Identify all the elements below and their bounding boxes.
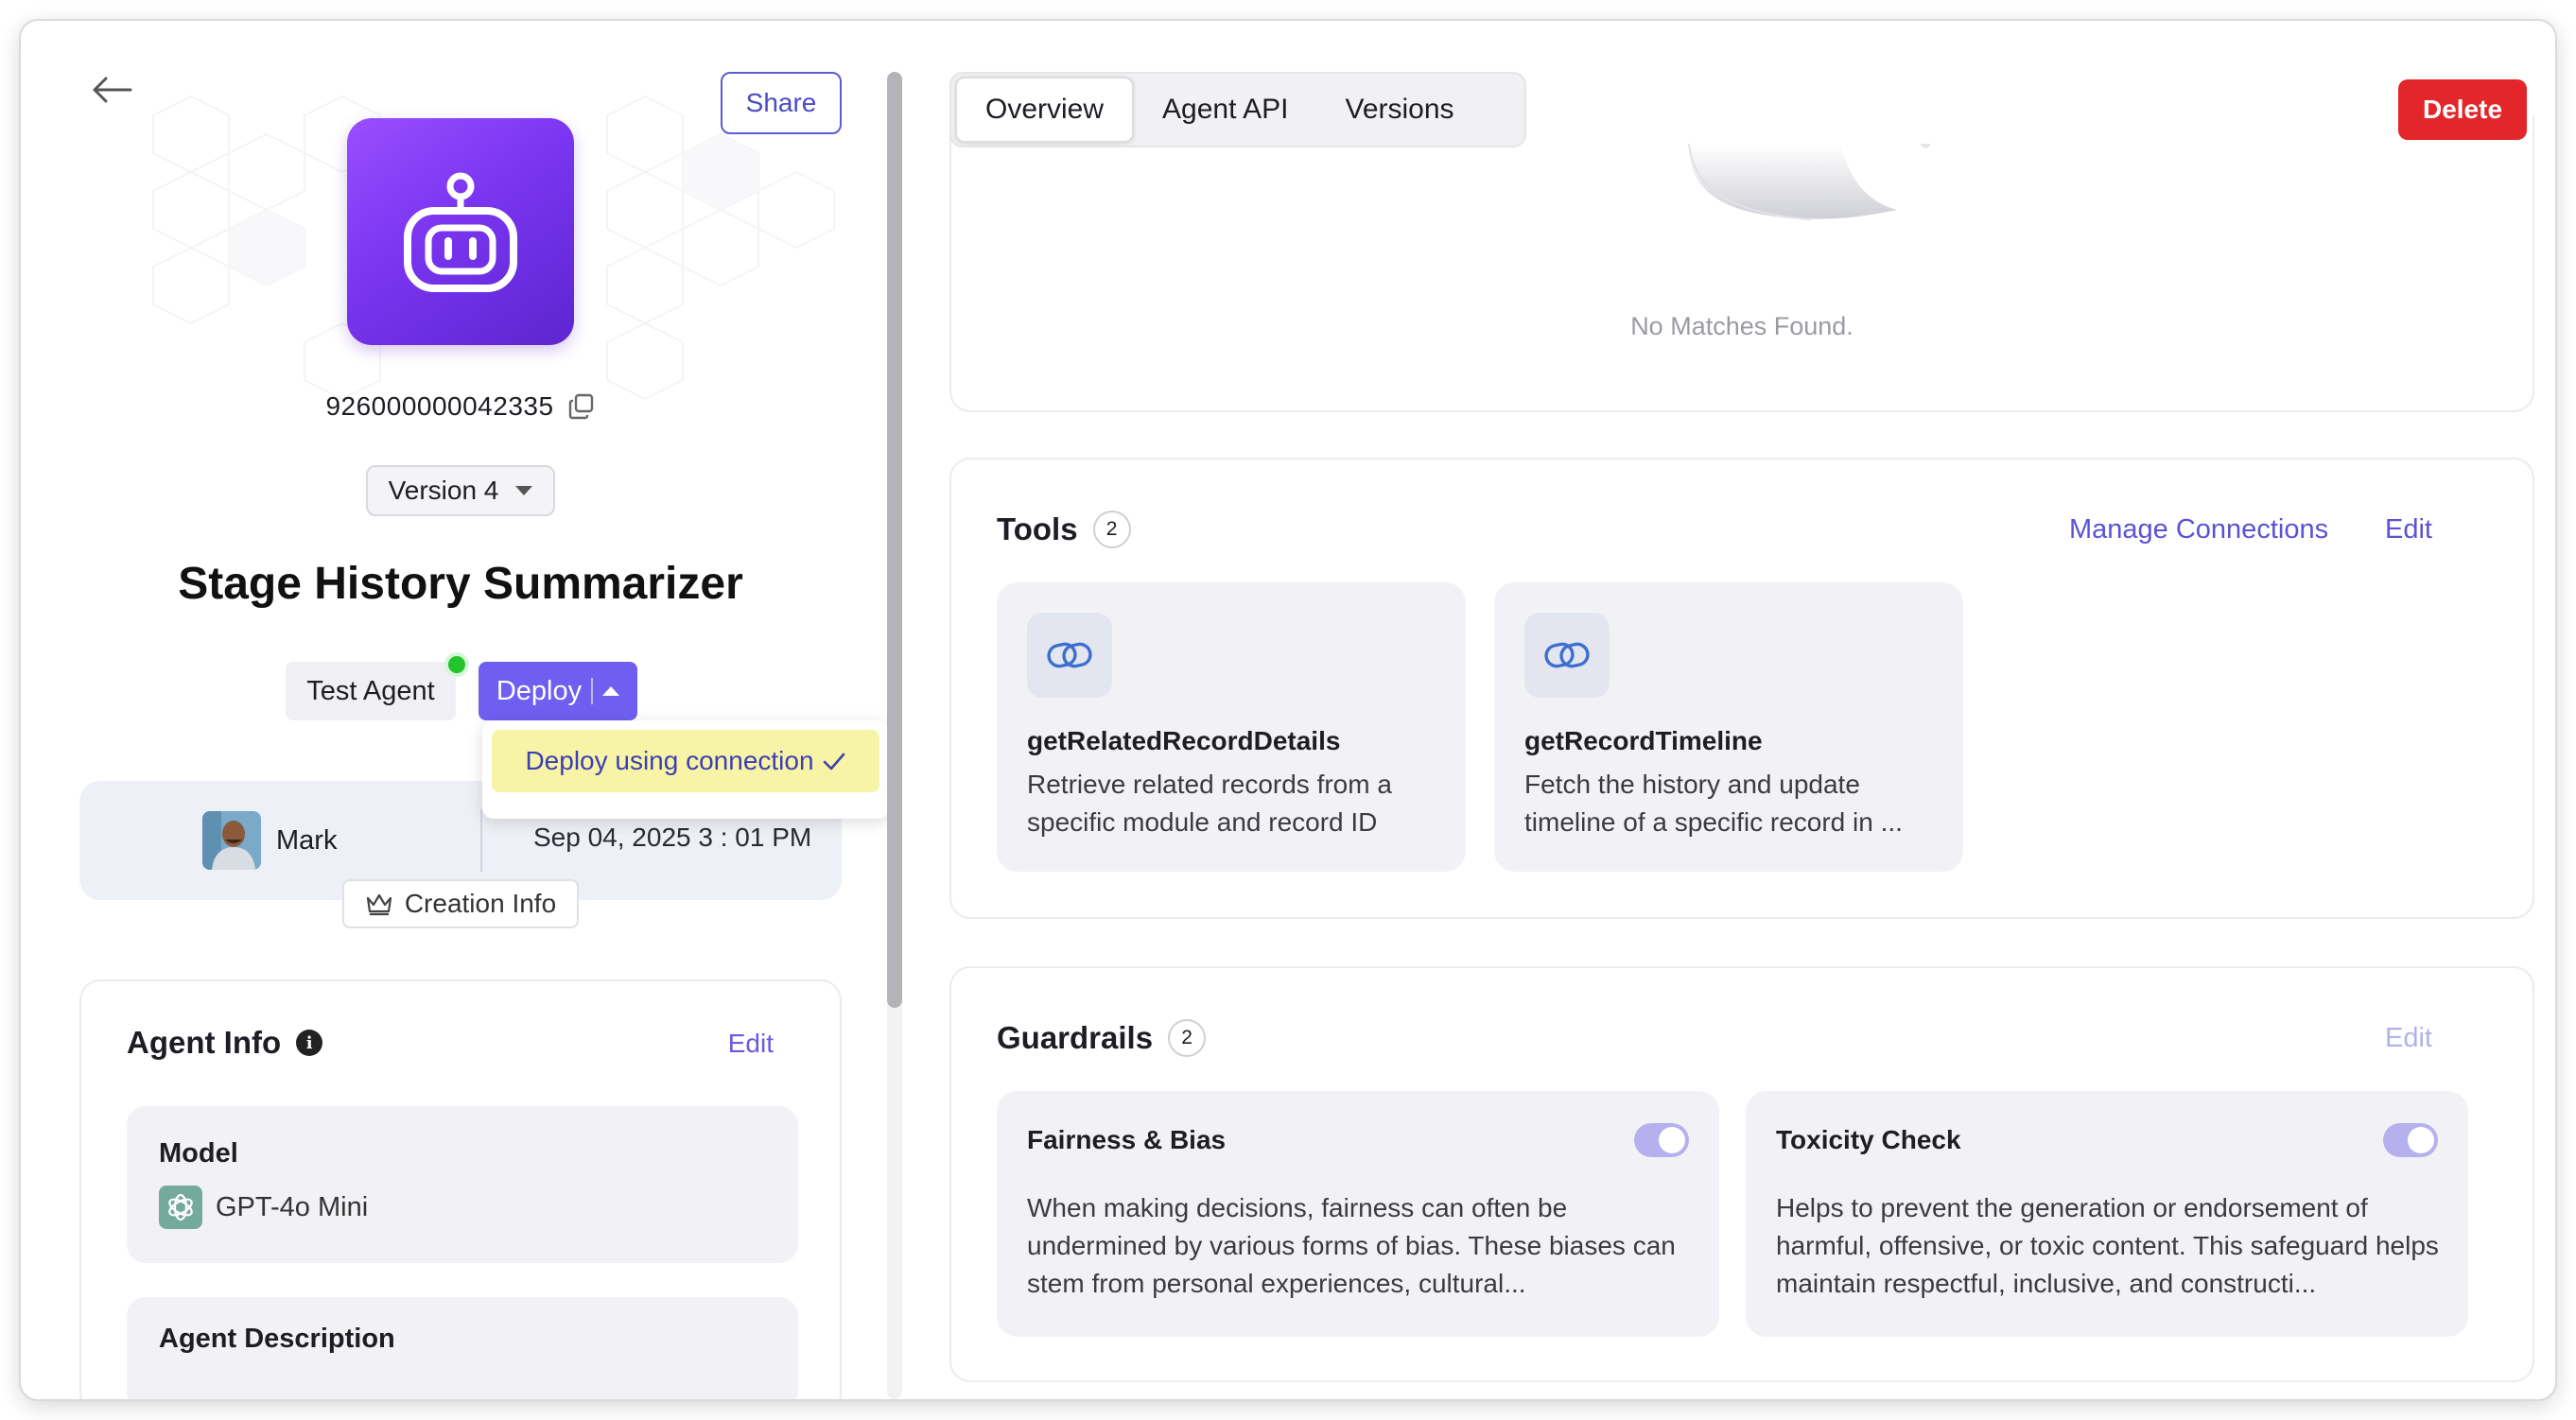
- guardrails-title: Guardrails 2: [997, 1019, 1207, 1057]
- agent-id-row: 926000000042335: [305, 386, 617, 427]
- guardrail-name: Toxicity Check: [1776, 1125, 1961, 1154]
- tool-card-get-related-record-details[interactable]: getRelatedRecordDetails Retrieve related…: [997, 582, 1466, 872]
- model-value: GPT-4o Mini: [159, 1186, 368, 1229]
- empty-state-illustration: [1688, 144, 1930, 220]
- guardrail-card-toxicity-check: Toxicity Check Helps to prevent the gene…: [1746, 1091, 2468, 1337]
- creator: Mark: [202, 811, 337, 870]
- tools-section: Tools 2 Manage Connections Edit getRelat…: [949, 458, 2534, 919]
- link-icon: [1027, 613, 1112, 698]
- tool-name: getRecordTimeline: [1524, 726, 1763, 755]
- person-photo-icon: [202, 811, 261, 870]
- tool-description: Retrieve related records from a specific…: [1027, 770, 1392, 837]
- creation-info-tag: Creation Info: [342, 879, 579, 928]
- chevron-down-icon: [515, 486, 533, 495]
- agent-title: Stage History Summarizer: [178, 559, 743, 609]
- toggle-knob: [2408, 1127, 2434, 1153]
- manage-connections-link[interactable]: Manage Connections: [2069, 514, 2328, 545]
- openai-icon: [159, 1186, 202, 1229]
- guardrail-toggle[interactable]: [1634, 1123, 1689, 1157]
- guardrail-description: When making decisions, fairness can ofte…: [1027, 1193, 1676, 1298]
- guardrails-title-text: Guardrails: [997, 1020, 1154, 1055]
- empty-results-card: No Matches Found.: [949, 115, 2534, 412]
- avatar: [202, 811, 261, 870]
- back-button[interactable]: [83, 66, 140, 113]
- share-button[interactable]: Share: [721, 72, 842, 134]
- agent-info-title-text: Agent Info: [127, 1025, 282, 1060]
- agent-info-title: Agent Info i: [127, 1025, 323, 1061]
- tools-title-text: Tools: [997, 511, 1078, 546]
- guardrail-description: Helps to prevent the generation or endor…: [1776, 1193, 2439, 1298]
- model-name: GPT-4o Mini: [216, 1191, 369, 1222]
- status-indicator: [444, 652, 469, 677]
- model-box: Model GPT-4o Mini: [127, 1106, 798, 1263]
- model-label: Model: [159, 1138, 238, 1169]
- tool-description: Fetch the history and update timeline of…: [1524, 770, 1903, 837]
- chevron-up-icon[interactable]: [602, 686, 620, 696]
- link-icon: [1524, 613, 1610, 698]
- app-window: Share 926000000042335 Version 4 Stage Hi…: [21, 21, 2555, 1399]
- deploy-button[interactable]: Deploy: [479, 662, 637, 720]
- tab-overview[interactable]: Overview: [955, 77, 1135, 143]
- deploy-using-connection-option[interactable]: Deploy using connection: [492, 730, 879, 792]
- tab-bar: Overview Agent API Versions: [949, 72, 1526, 147]
- guardrails-section: Guardrails 2 Edit Fairness & Bias When m…: [949, 966, 2534, 1382]
- delete-button[interactable]: Delete: [2398, 79, 2527, 140]
- agent-description-label: Agent Description: [159, 1324, 395, 1354]
- guardrail-name: Fairness & Bias: [1027, 1125, 1227, 1154]
- check-icon: [823, 753, 844, 771]
- tool-name: getRelatedRecordDetails: [1027, 726, 1341, 755]
- copy-icon[interactable]: [567, 392, 596, 421]
- deploy-divider: [591, 678, 594, 704]
- toggle-knob: [1659, 1127, 1685, 1153]
- creator-name: Mark: [276, 824, 338, 856]
- deploy-button-label: Deploy: [496, 675, 583, 706]
- tab-versions[interactable]: Versions: [1316, 77, 1482, 143]
- divider: [480, 809, 482, 872]
- left-pane-scrollbar-thumb[interactable]: [887, 72, 902, 1008]
- robot-icon: [404, 172, 517, 292]
- test-agent-button[interactable]: Test Agent: [286, 662, 456, 720]
- arrow-left-icon: [93, 77, 132, 103]
- no-matches-text: No Matches Found.: [1630, 312, 1854, 340]
- version-select[interactable]: Version 4: [366, 465, 555, 516]
- creation-date: Sep 04, 2025 3 : 01 PM: [533, 823, 812, 852]
- deploy-dropdown-menu: Deploy using connection: [482, 720, 889, 819]
- creation-info-tag-label: Creation Info: [404, 889, 557, 918]
- info-icon[interactable]: i: [296, 1030, 323, 1056]
- agent-id: 926000000042335: [325, 391, 554, 421]
- tools-count-badge: 2: [1092, 511, 1131, 548]
- guardrail-card-fairness-bias: Fairness & Bias When making decisions, f…: [997, 1091, 1719, 1337]
- agent-info-edit-link[interactable]: Edit: [728, 1029, 774, 1059]
- tools-title: Tools 2: [997, 511, 1131, 548]
- version-select-value: Version 4: [388, 476, 499, 505]
- guardrails-count-badge: 2: [1168, 1019, 1207, 1057]
- crown-icon: [366, 893, 392, 916]
- agent-profile-pane: Share 926000000042335 Version 4 Stage Hi…: [21, 21, 891, 1399]
- agent-avatar: [347, 118, 574, 345]
- agent-description-box: Agent Description: [127, 1297, 798, 1399]
- agent-info-card: Agent Info i Edit Model GPT-4o Mini Agen…: [79, 979, 842, 1399]
- guardrails-edit-link[interactable]: Edit: [2385, 1023, 2432, 1054]
- tool-card-get-record-timeline[interactable]: getRecordTimeline Fetch the history and …: [1494, 582, 1963, 872]
- deploy-option-label: Deploy using connection: [525, 746, 814, 775]
- guardrail-toggle[interactable]: [2383, 1123, 2438, 1157]
- tab-agent-api[interactable]: Agent API: [1134, 77, 1316, 143]
- tools-edit-link[interactable]: Edit: [2385, 514, 2432, 545]
